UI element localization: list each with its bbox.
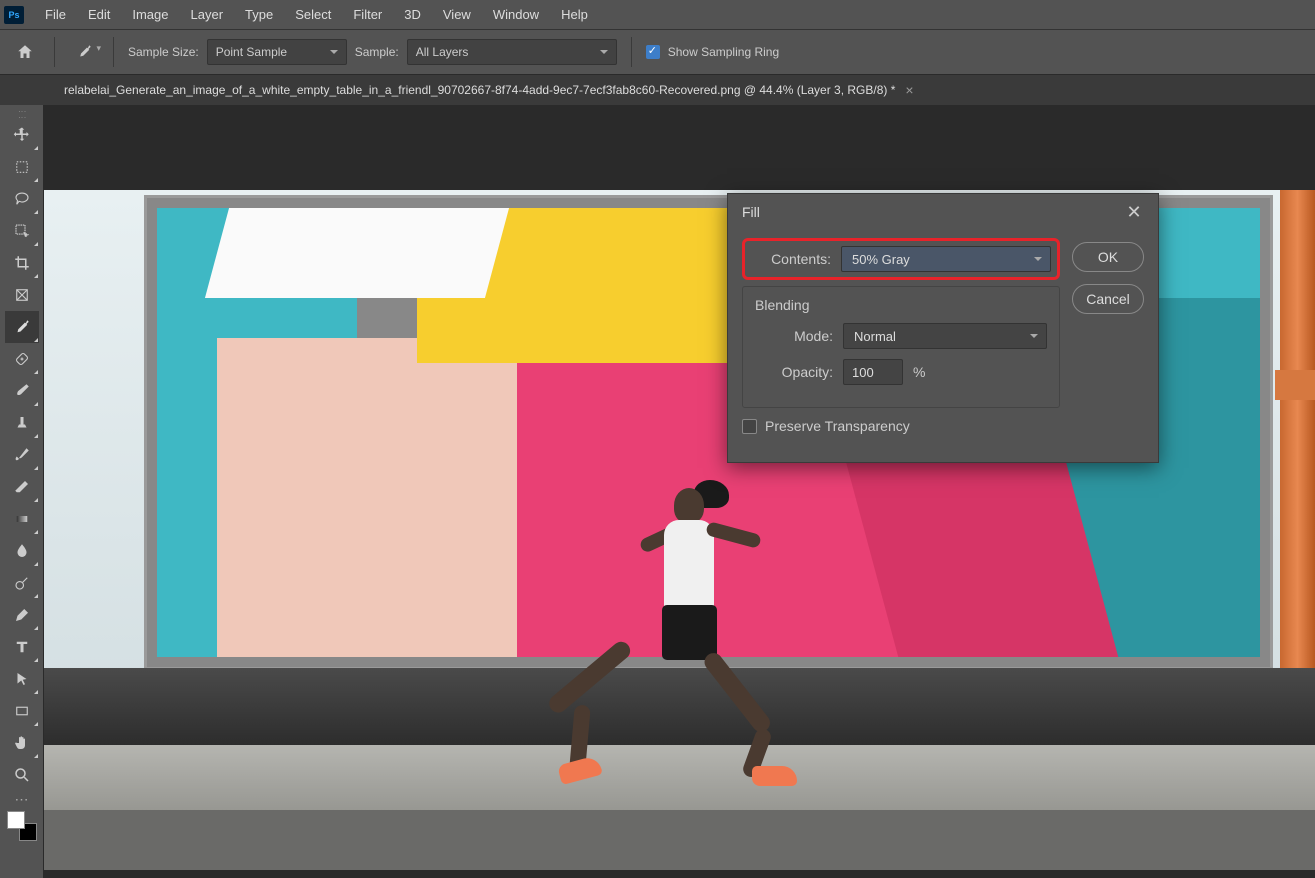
gradient-tool[interactable] (5, 503, 39, 535)
move-tool[interactable] (5, 119, 39, 151)
sample-select[interactable]: All Layers (407, 39, 617, 65)
document-tab-bar: relabelai_Generate_an_image_of_a_white_e… (0, 75, 1315, 105)
sample-size-select[interactable]: Point Sample (207, 39, 347, 65)
menu-help[interactable]: Help (550, 7, 599, 22)
opacity-unit: % (913, 364, 925, 380)
edit-toolbar-icon[interactable]: ⋯ (5, 791, 39, 807)
dialog-title: Fill (742, 204, 760, 220)
toolbox-grip[interactable] (4, 109, 40, 117)
menu-edit[interactable]: Edit (77, 7, 121, 22)
color-swatches[interactable] (7, 811, 37, 841)
clone-tool[interactable] (5, 407, 39, 439)
zoom-tool[interactable] (5, 759, 39, 791)
divider (113, 37, 114, 67)
opacity-label: Opacity: (755, 364, 833, 380)
hand-tool[interactable] (5, 727, 39, 759)
blending-fieldset: Blending Mode: Normal Opacity: % (742, 286, 1060, 408)
contents-select[interactable]: 50% Gray (841, 246, 1051, 272)
type-tool[interactable] (5, 631, 39, 663)
show-sampling-ring-checkbox[interactable] (646, 45, 660, 59)
menu-window[interactable]: Window (482, 7, 550, 22)
mode-label: Mode: (755, 328, 833, 344)
ok-button[interactable]: OK (1072, 242, 1144, 272)
menu-file[interactable]: File (34, 7, 77, 22)
menu-filter[interactable]: Filter (342, 7, 393, 22)
home-icon[interactable] (10, 39, 40, 65)
menu-layer[interactable]: Layer (180, 7, 235, 22)
healing-tool[interactable] (5, 343, 39, 375)
divider (631, 37, 632, 67)
menu-bar: Ps File Edit Image Layer Type Select Fil… (0, 0, 1315, 30)
history-brush-tool[interactable] (5, 439, 39, 471)
path-select-tool[interactable] (5, 663, 39, 695)
preserve-transparency-checkbox[interactable] (742, 419, 757, 434)
sample-size-label: Sample Size: (128, 45, 199, 59)
crop-tool[interactable] (5, 247, 39, 279)
foreground-color-swatch[interactable] (7, 811, 25, 829)
document-tab-title: relabelai_Generate_an_image_of_a_white_e… (64, 83, 895, 97)
cancel-button[interactable]: Cancel (1072, 284, 1144, 314)
frame-tool[interactable] (5, 279, 39, 311)
eyedropper-tool[interactable] (5, 311, 39, 343)
menu-view[interactable]: View (432, 7, 482, 22)
divider (54, 37, 55, 67)
opacity-input[interactable] (843, 359, 903, 385)
contents-label: Contents: (751, 251, 831, 267)
blur-tool[interactable] (5, 535, 39, 567)
brush-tool[interactable] (5, 375, 39, 407)
rectangle-tool[interactable] (5, 695, 39, 727)
app-logo: Ps (4, 6, 24, 24)
mode-select[interactable]: Normal (843, 323, 1047, 349)
document-tab[interactable]: relabelai_Generate_an_image_of_a_white_e… (50, 75, 928, 105)
current-tool-icon[interactable]: ▾ (69, 39, 99, 65)
dodge-tool[interactable] (5, 567, 39, 599)
blending-label: Blending (755, 297, 1047, 313)
dialog-title-bar[interactable]: Fill ✕ (728, 194, 1158, 230)
menu-select[interactable]: Select (284, 7, 342, 22)
pen-tool[interactable] (5, 599, 39, 631)
contents-row-highlight: Contents: 50% Gray (742, 238, 1060, 280)
fill-dialog: Fill ✕ Contents: 50% Gray Blending Mode:… (727, 193, 1159, 463)
preserve-transparency-label: Preserve Transparency (765, 418, 910, 434)
menu-image[interactable]: Image (121, 7, 179, 22)
toolbox: ⋯ (0, 105, 44, 878)
options-bar: ▾ Sample Size: Point Sample Sample: All … (0, 30, 1315, 75)
close-tab-icon[interactable]: × (905, 82, 913, 98)
menu-3d[interactable]: 3D (393, 7, 432, 22)
menu-type[interactable]: Type (234, 7, 284, 22)
sample-label: Sample: (355, 45, 399, 59)
quick-select-tool[interactable] (5, 215, 39, 247)
show-sampling-ring-label: Show Sampling Ring (668, 45, 779, 59)
eraser-tool[interactable] (5, 471, 39, 503)
close-icon[interactable]: ✕ (1124, 202, 1144, 223)
marquee-tool[interactable] (5, 151, 39, 183)
lasso-tool[interactable] (5, 183, 39, 215)
